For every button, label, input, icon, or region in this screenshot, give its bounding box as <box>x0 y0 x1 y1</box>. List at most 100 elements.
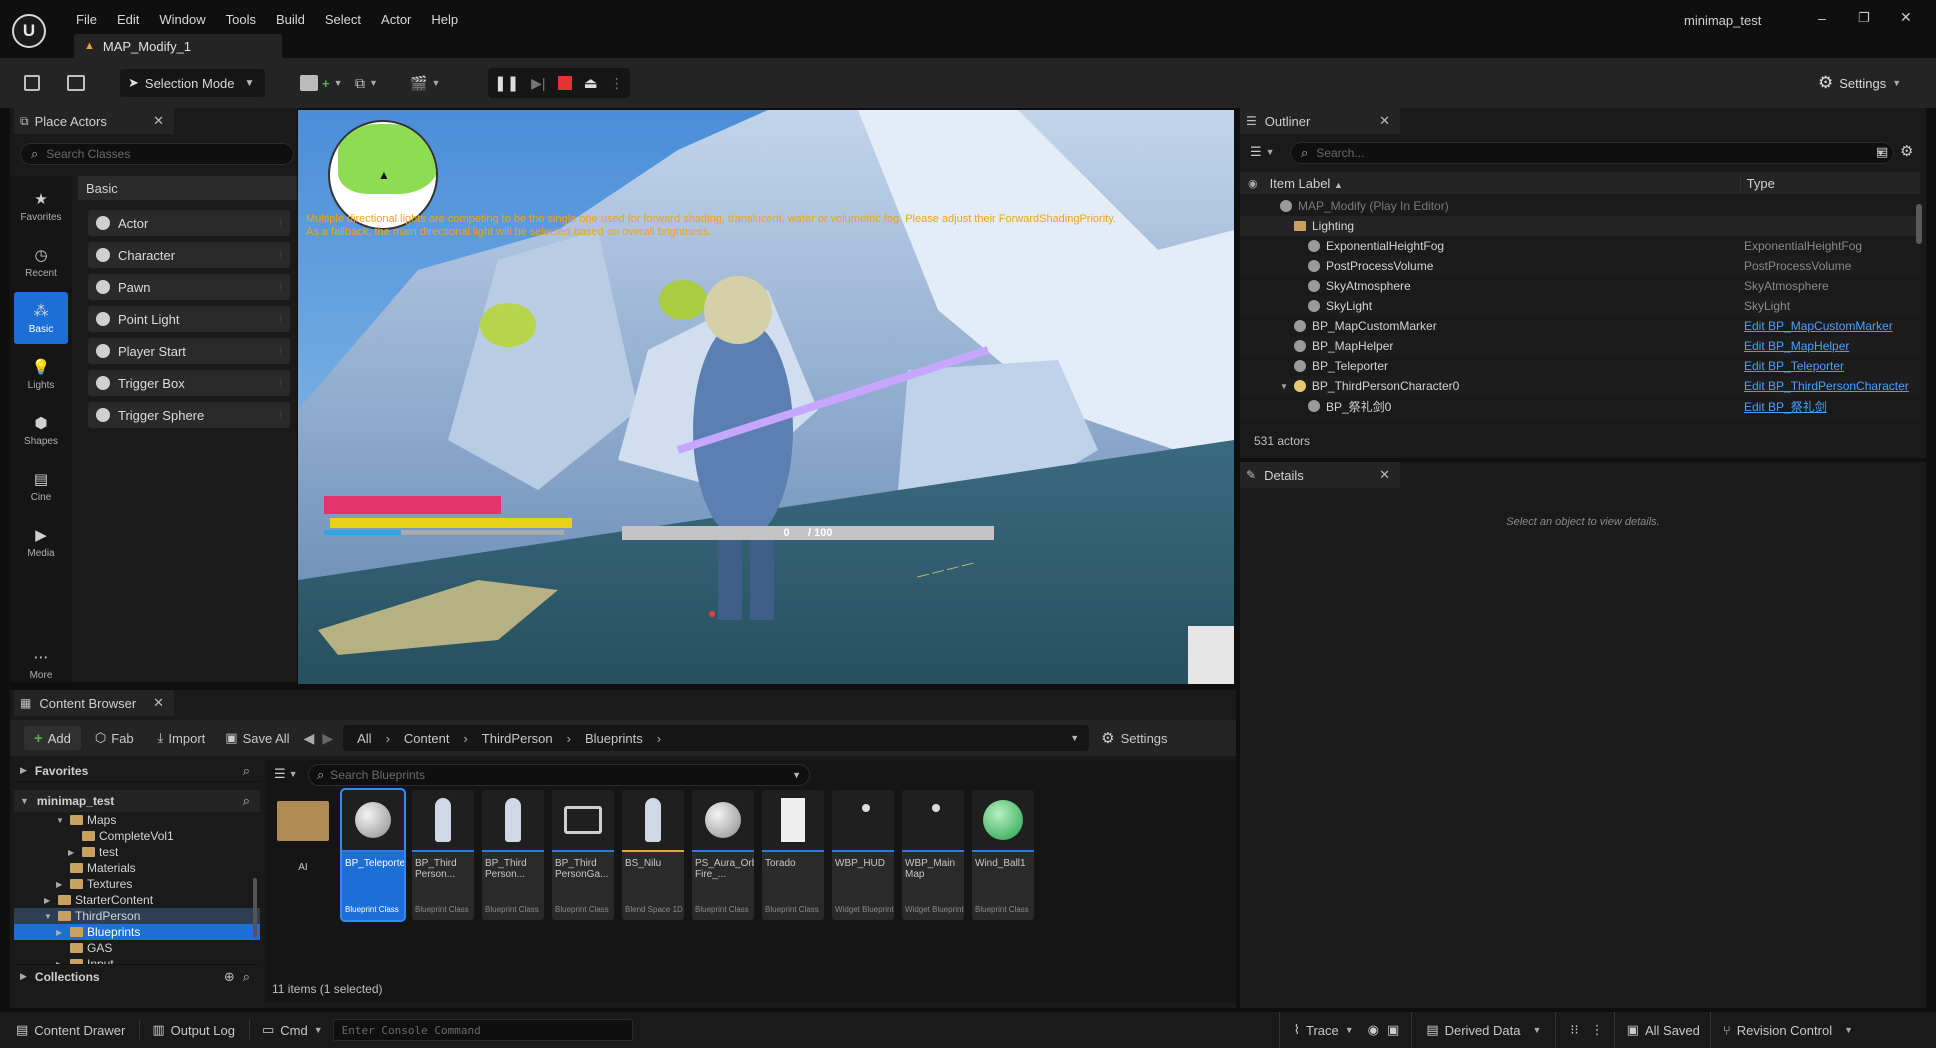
menu-file[interactable]: File <box>66 12 107 27</box>
outliner-filter-button[interactable]: ☰ ▼ <box>1250 144 1275 160</box>
new-folder-icon[interactable]: ▤ <box>1876 144 1888 160</box>
breadcrumb-thirdperson[interactable]: ThirdPerson <box>482 731 553 746</box>
type-column[interactable]: Type <box>1739 175 1775 191</box>
drag-handle-icon[interactable]: ⁞ <box>279 346 282 357</box>
save-icon[interactable] <box>24 75 40 91</box>
console-input[interactable]: Enter Console Command <box>332 1019 633 1041</box>
chevron-right-icon[interactable]: ▶ <box>56 960 66 965</box>
details-tab[interactable]: ✎ Details ✕ <box>1240 462 1400 488</box>
eject-icon[interactable]: ⏏ <box>584 74 598 92</box>
actor-item-trigger-sphere[interactable]: Trigger Sphere ⁞ <box>88 402 290 428</box>
chevron-down-icon[interactable]: ▼ <box>1070 733 1079 743</box>
trace-dropdown[interactable]: ⌇ Trace ▼ <box>1294 1022 1354 1038</box>
asset-folder-tile[interactable]: AI <box>272 790 334 920</box>
breadcrumb-all[interactable]: All <box>357 731 371 746</box>
drag-handle-icon[interactable]: ⁞ <box>279 282 282 293</box>
project-header[interactable]: ▼ minimap_test ⌕ <box>14 790 260 812</box>
drag-handle-icon[interactable]: ⁞ <box>279 410 282 421</box>
unreal-logo[interactable]: U <box>12 14 46 48</box>
kebab-menu-icon[interactable]: ⋮ <box>1591 1022 1604 1038</box>
close-tab-icon[interactable]: ✕ <box>153 113 164 129</box>
sources-scrollbar[interactable] <box>253 878 257 938</box>
search-classes-input[interactable]: ⌕ Search Classes <box>20 143 294 165</box>
asset-tile[interactable]: BP_Third Person... Blueprint Class <box>412 790 474 920</box>
folder-tree-item[interactable]: ▶ Blueprints <box>14 924 260 940</box>
asset-tile[interactable]: BP_Third Person... Blueprint Class <box>482 790 544 920</box>
outliner-row[interactable]: Lighting <box>1240 216 1920 236</box>
asset-search-input[interactable]: ⌕ Search Blueprints ▼ <box>308 764 810 786</box>
folder-tree-item[interactable]: ▶ StarterContent <box>14 892 260 908</box>
record-icon[interactable]: ◉ <box>1368 1022 1379 1038</box>
favorites-header[interactable]: ▶ Favorites ⌕ <box>14 760 260 782</box>
drag-handle-icon[interactable]: ⁞ <box>279 314 282 325</box>
folder-tree-item[interactable]: ▶ Textures <box>14 876 260 892</box>
outliner-row[interactable]: ▼ BP_ThirdPersonCharacter0 Edit BP_ThirdPe… <box>1240 376 1920 396</box>
maximize-icon[interactable]: ❐ <box>1858 10 1870 26</box>
place-actors-tab[interactable]: ⧉ Place Actors ✕ <box>14 108 174 134</box>
chevron-down-icon[interactable]: ▼ <box>44 912 54 921</box>
asset-tile[interactable]: Torado Blueprint Class <box>762 790 824 920</box>
outliner-tab[interactable]: ☰ Outliner ✕ <box>1240 108 1400 134</box>
folder-tree-item[interactable]: ▼ Maps <box>14 812 260 828</box>
menu-build[interactable]: Build <box>266 12 315 27</box>
pause-icon[interactable]: ❚❚ <box>494 74 519 92</box>
actor-item-pawn[interactable]: Pawn ⁞ <box>88 274 290 300</box>
outliner-row[interactable]: BP_MapCustomMarker Edit BP_MapCustomMarke… <box>1240 316 1920 336</box>
viewport[interactable]: — — — — ▲ Multiple directional lights ar… <box>298 110 1234 684</box>
category-lights[interactable]: 💡 Lights <box>14 348 68 400</box>
back-icon[interactable]: ◀ <box>304 730 315 747</box>
asset-tile[interactable]: Wind_Ball1 Blueprint Class <box>972 790 1034 920</box>
content-browser-tab[interactable]: ▦ Content Browser ✕ <box>14 690 174 716</box>
screenshot-icon[interactable]: ▣ <box>1387 1022 1399 1038</box>
add-button[interactable]: + Add <box>24 726 81 750</box>
drag-handle-icon[interactable]: ⁞ <box>279 250 282 261</box>
revision-control-dropdown[interactable]: ⑂ Revision Control ▼ <box>1723 1023 1853 1038</box>
outliner-row[interactable]: SkyAtmosphere SkyAtmosphere <box>1240 276 1920 296</box>
asset-tile[interactable]: BP_Third PersonGa... Blueprint Class <box>552 790 614 920</box>
outliner-edit-link[interactable]: Edit BP_祭礼剑 <box>1744 398 1827 415</box>
folder-tree-item[interactable]: ▶ Input <box>14 956 260 964</box>
chevron-right-icon[interactable]: ▶ <box>68 848 78 857</box>
outliner-edit-link[interactable]: Edit BP_MapHelper <box>1744 339 1849 353</box>
folder-tree-item[interactable]: ▼ ThirdPerson <box>14 908 260 924</box>
search-icon[interactable]: ⌕ <box>243 763 250 779</box>
asset-tile[interactable]: WBP_HUD Widget Blueprint <box>832 790 894 920</box>
menu-window[interactable]: Window <box>149 12 215 27</box>
asset-tile[interactable]: WBP_Main Map Widget Blueprint <box>902 790 964 920</box>
menu-tools[interactable]: Tools <box>216 12 266 27</box>
search-icon[interactable]: ⌕ <box>243 969 250 985</box>
import-button[interactable]: ⤓ Import <box>158 730 206 746</box>
chevron-down-icon[interactable]: ▼ <box>1280 382 1288 391</box>
all-saved-button[interactable]: ▣ All Saved <box>1627 1022 1700 1038</box>
outliner-row[interactable]: MAP_Modify (Play In Editor) <box>1240 196 1920 216</box>
category-cine[interactable]: ▤ Cine <box>14 460 68 512</box>
category-more[interactable]: ⋯ More <box>14 638 68 690</box>
drag-handle-icon[interactable]: ⁞ <box>279 218 282 229</box>
collections-header[interactable]: ▶ Collections ⊕ ⌕ <box>14 964 260 988</box>
search-icon[interactable]: ⌕ <box>243 793 250 809</box>
save-all-button[interactable]: ▣ Save All <box>225 730 289 746</box>
asset-tile[interactable]: PS_Aura_Orb_ Fire_... Blueprint Class <box>692 790 754 920</box>
outliner-edit-link[interactable]: Edit BP_MapCustomMarker <box>1744 319 1893 333</box>
close-tab-icon[interactable]: ✕ <box>153 695 164 711</box>
outliner-row[interactable]: PostProcessVolume PostProcessVolume <box>1240 256 1920 276</box>
outliner-row[interactable]: ExponentialHeightFog ExponentialHeightFog <box>1240 236 1920 256</box>
folder-tree-item[interactable]: Materials <box>14 860 260 876</box>
actor-item-character[interactable]: Character ⁞ <box>88 242 290 268</box>
outliner-row[interactable]: BP_祭礼剑0 Edit BP_祭礼剑 <box>1240 396 1920 416</box>
minimize-icon[interactable]: – <box>1818 10 1826 26</box>
add-collection-icon[interactable]: ⊕ <box>224 969 235 985</box>
stop-icon[interactable] <box>557 76 572 90</box>
blueprints-button[interactable]: ⧉ ▼ <box>355 72 378 94</box>
actor-item-player-start[interactable]: Player Start ⁞ <box>88 338 290 364</box>
asset-filter-button[interactable]: ☰ ▼ <box>274 766 298 782</box>
derived-data-dropdown[interactable]: ▤ Derived Data ▼ <box>1426 1022 1541 1038</box>
menu-actor[interactable]: Actor <box>371 12 421 27</box>
category-shapes[interactable]: ⬢ Shapes <box>14 404 68 456</box>
output-log-button[interactable]: ▥ Output Log <box>152 1022 235 1038</box>
folder-tree-item[interactable]: ▶ test <box>14 844 260 860</box>
close-tab-icon[interactable]: ✕ <box>1379 113 1390 129</box>
browse-icon[interactable] <box>67 75 85 91</box>
source-control-grid-icon[interactable]: ⁝⁝ <box>1570 1022 1578 1038</box>
chevron-down-icon[interactable]: ▼ <box>56 816 66 825</box>
